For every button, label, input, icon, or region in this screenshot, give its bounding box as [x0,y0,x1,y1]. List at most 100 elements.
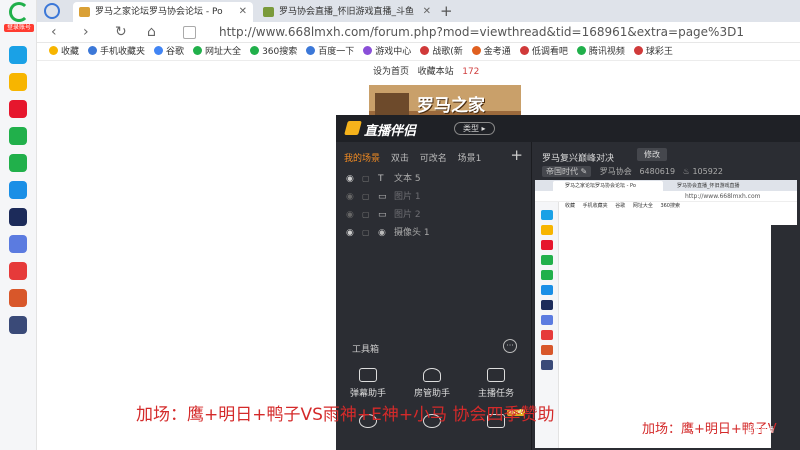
bookmark-item[interactable]: 百度一下 [306,43,354,60]
bookmark-label: 战歌(新 [432,47,463,57]
eye-hidden-icon[interactable]: ◉ [346,192,356,202]
favorites-star-icon[interactable] [9,73,27,91]
page-info-icon[interactable] [183,26,196,39]
eye-hidden-icon[interactable]: ◉ [346,210,356,220]
app-logo-icon [344,121,362,135]
bookmark-label: 低调看吧 [531,47,568,57]
stream-preview[interactable]: 罗马之家论坛罗马协会论坛 - Po 罗马协会直播_怀旧游戏直播 http://w… [535,180,797,448]
game-app-icon[interactable] [9,208,27,226]
bookmark-item[interactable]: 手机收藏夹 [88,43,146,60]
favicon-icon [263,7,274,17]
eye-icon[interactable]: ◉ [346,228,356,238]
tab-scene-1[interactable]: 场景1 [458,154,482,164]
bookmark-item[interactable]: 谷歌 [154,43,184,60]
mail-icon[interactable] [9,127,27,145]
weibo-icon[interactable] [9,100,27,118]
edit-room-button[interactable]: 修改 [637,148,667,161]
bookmark-label: 360搜索 [262,47,298,57]
cloud-app-icon[interactable] [9,46,27,64]
source-item[interactable]: ◉ ▢ ◉ 摄像头 1 [346,225,430,238]
link-icon [541,270,553,280]
bookmark-label: 金考通 [483,47,511,57]
category-tag[interactable]: 帝国时代 ✎ [542,166,592,177]
new-tab-button[interactable]: + [440,0,453,22]
source-item[interactable]: ◉ ▢ ▭ 图片 1 [346,189,421,202]
danmaku-helper-button[interactable]: 弹幕助手 [338,368,398,399]
bookmark-icon [420,46,430,55]
bookmark-item[interactable]: 低调看吧 [519,43,568,60]
bookmark-item[interactable]: 金考通 [471,43,511,60]
tool-label: 房管助手 [413,389,450,399]
reload-button[interactable]: ↻ [115,24,127,41]
bookmark-label: 腾讯视频 [588,47,625,57]
ip-app-icon[interactable] [9,181,27,199]
tab-douyu-stream[interactable]: 罗马协会直播_怀旧游戏直播_斗鱼 ✕ [257,2,437,22]
tab-renamable[interactable]: 可改名 [420,154,447,164]
bookmark-icon [519,46,529,55]
lock-icon[interactable]: ▢ [362,192,372,201]
room-meta: 帝国时代 ✎ 罗马协会 6480619 ♨ 105922 [542,166,723,177]
source-item[interactable]: ◉ ▢ ▭ 图片 2 [346,207,421,220]
login-account-logo[interactable]: 登录账号 [4,2,34,34]
preview-bookmark: 360搜索 [660,203,680,209]
bookmark-site-link[interactable]: 收藏本站 [418,67,454,77]
video-app-icon[interactable] [9,262,27,280]
link-icon[interactable] [9,154,27,172]
host-tasks-icon [487,368,505,382]
tab-title: 罗马之家论坛罗马协会论坛 - Po [95,7,223,17]
preview-url: http://www.668lmxh.com [685,193,761,200]
tab-my-scenes[interactable]: 我的场景 [344,154,380,164]
bookmark-item[interactable]: 游戏中心 [363,43,412,60]
forward-button[interactable]: › [83,24,89,41]
ip-app-icon [541,285,553,295]
source-label: 文本 5 [394,174,421,184]
game-tile-icon[interactable] [9,316,27,334]
game-red-icon[interactable] [9,289,27,307]
preview-tab: 罗马协会直播_怀旧游戏直播 [677,183,740,189]
bookmark-label: 游戏中心 [375,47,412,57]
eye-icon[interactable]: ◉ [346,174,356,184]
tab-luoma-forum[interactable]: 罗马之家论坛罗马协会论坛 - Po ✕ [73,2,253,22]
room-admin-helper-button[interactable]: 房管助手 [402,368,462,399]
doc-app-icon[interactable] [9,235,27,253]
bookmark-item[interactable]: 球彩王 [633,43,673,60]
preview-stream-panel [771,225,797,448]
lock-icon[interactable]: ▢ [362,174,372,183]
bookmark-item[interactable]: 战歌(新 [420,43,463,60]
bookmark-item[interactable]: 网址大全 [193,43,241,60]
source-item[interactable]: ◉ ▢ T 文本 5 [346,171,421,184]
lock-icon[interactable]: ▢ [362,228,372,237]
source-label: 图片 2 [394,210,421,220]
favicon-icon [79,7,90,17]
tab-double-click[interactable]: 双击 [391,154,409,164]
preview-bookmark: 谷歌 [615,203,626,209]
game-app-icon [541,300,553,310]
toolbox-label: 工具箱 [352,345,380,355]
preview-address-bar: http://www.668lmxh.com [535,191,797,202]
preview-tab-bar: 罗马之家论坛罗马协会论坛 - Po 罗马协会直播_怀旧游戏直播 [535,180,797,191]
image-source-icon: ▭ [378,192,387,202]
bookmark-item[interactable]: 360搜索 [250,43,298,60]
weibo-icon [541,240,553,250]
type-button[interactable]: 类型 ▸ [454,122,495,135]
bookmark-icon [193,46,203,55]
bookmarks-bar: 收藏 手机收藏夹 谷歌 网址大全 360搜索 百度一下 游戏中心 战歌(新 金考通 低调看吧 腾讯视… [37,43,800,61]
bookmark-label: 手机收藏夹 [100,47,146,57]
close-tab-icon[interactable]: ✕ [239,2,247,22]
bookmark-item[interactable]: 腾讯视频 [576,43,625,60]
preview-bookmarks: 收藏 手机收藏夹 谷歌 网址大全 360搜索 [565,202,686,211]
lock-icon[interactable]: ▢ [362,210,372,219]
navigation-compass-icon[interactable] [44,3,60,19]
bookmark-item[interactable]: 收藏 [49,43,79,60]
home-button[interactable]: ⌂ [147,24,156,41]
host-tasks-button[interactable]: 主播任务 [466,368,526,399]
back-button[interactable]: ‹ [51,24,57,41]
source-label: 摄像头 1 [394,228,430,238]
room-id: 6480619 [639,167,676,176]
add-scene-button[interactable]: + [510,146,523,164]
url-input[interactable]: http://www.668lmxh.com/forum.php?mod=vie… [183,24,793,41]
set-home-link[interactable]: 设为首页 [373,67,409,77]
more-tools-icon[interactable]: ··· [503,339,517,353]
close-tab-icon[interactable]: ✕ [423,2,431,22]
popularity-count: 105922 [692,167,723,176]
